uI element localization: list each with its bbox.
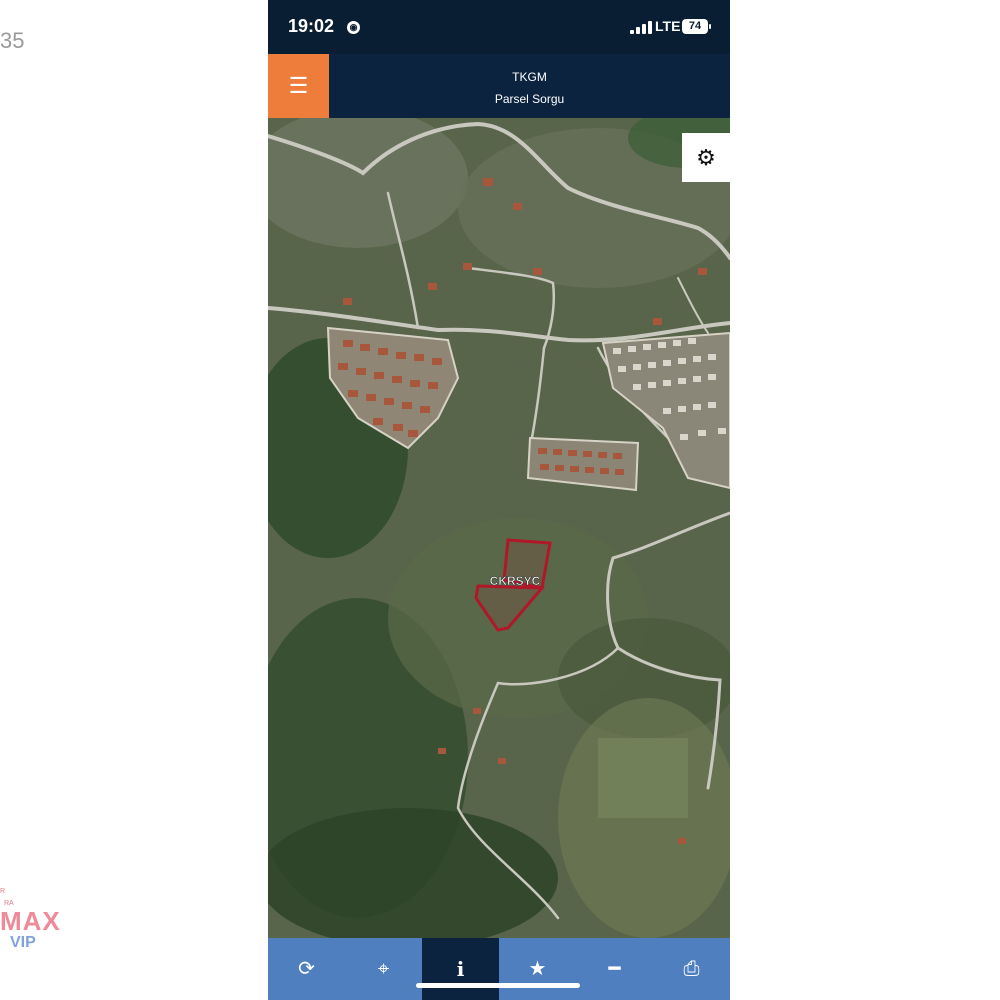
locate-button[interactable]: ⌖ — [345, 938, 422, 1000]
battery-icon: 74 — [682, 19, 711, 34]
home-indicator[interactable] — [416, 983, 580, 988]
menu-button[interactable]: ☰ — [268, 54, 329, 118]
activity-icon: ◉ — [347, 21, 360, 34]
bottom-toolbar: ⟳ ⌖ i ★ ━ ⎙ — [268, 938, 730, 1000]
app-title: TKGM — [512, 70, 547, 84]
info-button[interactable]: i — [422, 938, 499, 1000]
parcel-label: CKRSYC — [490, 574, 541, 588]
phone-screen: 19:02 ◉ LTE 74 ☰ TKGM Parsel Sorgu CKRSY… — [268, 0, 730, 1000]
watermark-logo: R RA MAX VIP — [0, 888, 60, 958]
refresh-button[interactable]: ⟳ — [268, 938, 345, 1000]
crosshair-icon: ⌖ — [377, 958, 390, 980]
hamburger-icon: ☰ — [288, 73, 309, 98]
info-icon: i — [456, 957, 465, 981]
app-header: ☰ TKGM Parsel Sorgu — [268, 54, 730, 118]
printer-icon: ⎙ — [683, 958, 700, 980]
side-number: 35 — [0, 28, 25, 53]
star-icon: ★ — [528, 958, 547, 980]
print-button[interactable]: ⎙ — [653, 938, 730, 1000]
network-type: LTE — [655, 18, 681, 34]
app-subtitle: Parsel Sorgu — [494, 92, 565, 106]
watermark-brand: MAX — [0, 906, 61, 936]
signal-icon — [630, 20, 652, 34]
status-time: 19:02 — [288, 16, 335, 36]
ruler-icon: ━ — [608, 958, 621, 980]
settings-button[interactable]: ⚙ — [682, 133, 730, 182]
status-bar: 19:02 ◉ LTE 74 — [268, 0, 730, 54]
refresh-icon: ⟳ — [298, 958, 315, 980]
measure-button[interactable]: ━ — [576, 938, 653, 1000]
watermark-small-text: R — [0, 888, 6, 895]
gear-icon: ⚙ — [696, 145, 716, 170]
favorite-button[interactable]: ★ — [499, 938, 576, 1000]
satellite-map[interactable]: CKRSYC — [268, 118, 730, 938]
watermark-tier: VIP — [10, 934, 36, 951]
